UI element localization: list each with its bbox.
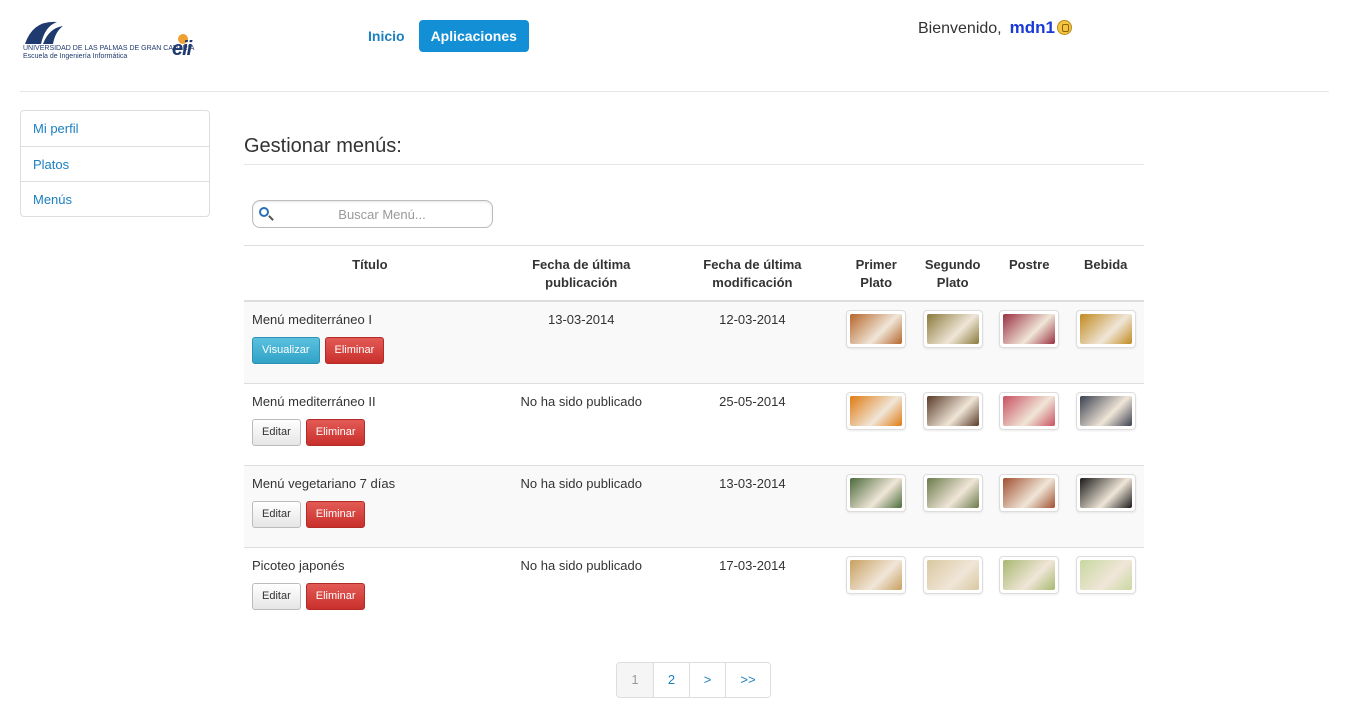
segundo-plato-thumbnail[interactable] <box>922 310 983 348</box>
col-header-bebida: Bebida <box>1067 245 1144 302</box>
eii-logo: eii <box>172 38 192 60</box>
menu-title: Menú mediterráneo II <box>252 393 376 409</box>
cell-fecha-publicacion: 13-03-2014 <box>495 300 667 383</box>
primer-plato-thumbnail[interactable] <box>846 310 907 348</box>
col-header-titulo: Título <box>244 245 496 302</box>
page-1-button[interactable]: 1 <box>617 663 653 697</box>
page-2-button[interactable]: 2 <box>653 663 689 697</box>
cell-fecha-modificacion: 13-03-2014 <box>666 464 838 547</box>
table-row: Menú mediterráneo I Visualizar Eliminar … <box>244 300 1144 383</box>
primer-plato-thumbnail[interactable] <box>846 555 907 594</box>
primer-plato-thumbnail[interactable] <box>846 391 907 430</box>
editar-button[interactable]: Editar <box>252 582 301 610</box>
nav-inicio[interactable]: Inicio <box>360 20 413 52</box>
eliminar-button[interactable]: Eliminar <box>324 337 385 364</box>
segundo-plato-thumbnail[interactable] <box>922 555 983 594</box>
menu-title: Menú vegetariano 7 días <box>252 475 396 491</box>
bebida-thumbnail[interactable] <box>1075 555 1136 594</box>
cell-titulo: Menú mediterráneo I Visualizar Eliminar <box>244 300 496 383</box>
col-header-primer-plato: Primer Plato <box>837 245 915 302</box>
logo-school-name: Escuela de Ingeniería Informática <box>23 53 128 60</box>
postre-thumbnail[interactable] <box>999 310 1060 348</box>
next-page-button[interactable]: > <box>689 663 725 697</box>
table-row: Menú mediterráneo II Editar Eliminar No … <box>244 382 1144 465</box>
editar-button[interactable]: Editar <box>252 418 301 446</box>
postre-thumbnail[interactable] <box>999 473 1060 512</box>
sidebar-item-mi-perfil[interactable]: Mi perfil <box>21 111 209 146</box>
search-box <box>252 200 493 228</box>
editar-button[interactable]: Editar <box>252 500 301 528</box>
bebida-thumbnail[interactable] <box>1075 473 1136 512</box>
nav-aplicaciones[interactable]: Aplicaciones <box>418 20 529 52</box>
sidebar-item-platos[interactable]: Platos <box>21 146 209 181</box>
page-title: Gestionar menús: <box>244 135 402 157</box>
table-header-row: Título Fecha de última publicación Fecha… <box>244 245 1144 302</box>
cell-fecha-modificacion: 12-03-2014 <box>666 300 838 383</box>
cell-fecha-modificacion: 25-05-2014 <box>666 382 838 465</box>
segundo-plato-thumbnail[interactable] <box>922 473 983 512</box>
cell-fecha-publicacion: No ha sido publicado <box>495 464 667 547</box>
postre-thumbnail[interactable] <box>999 391 1060 430</box>
cell-fecha-modificacion: 17-03-2014 <box>666 546 838 629</box>
primer-plato-thumbnail[interactable] <box>846 473 907 512</box>
username-link[interactable]: mdn1 <box>1010 18 1055 38</box>
eliminar-button[interactable]: Eliminar <box>305 582 366 610</box>
title-divider <box>244 164 1144 165</box>
menu-title: Menú mediterráneo I <box>252 312 372 327</box>
cell-titulo: Menú vegetariano 7 días Editar Eliminar <box>244 464 496 547</box>
user-logout-icon[interactable] <box>1056 20 1072 35</box>
eliminar-button[interactable]: Eliminar <box>305 500 366 528</box>
col-header-segundo-plato: Segundo Plato <box>914 245 991 302</box>
postre-thumbnail[interactable] <box>999 555 1060 594</box>
cell-titulo: Menú mediterráneo II Editar Eliminar <box>244 382 496 465</box>
table-row: Picoteo japonés Editar Eliminar No ha si… <box>244 546 1144 629</box>
welcome-area: Bienvenido, mdn1 <box>918 18 1072 38</box>
sidebar: Mi perfil Platos Menús <box>20 110 210 217</box>
table-row: Menú vegetariano 7 días Editar Eliminar … <box>244 464 1144 547</box>
menus-table: Título Fecha de última publicación Fecha… <box>244 245 1144 629</box>
welcome-text: Bienvenido, <box>918 20 1002 37</box>
logo-university-name: UNIVERSIDAD DE LAS PALMAS DE GRAN CANARI… <box>23 45 195 52</box>
cell-titulo: Picoteo japonés Editar Eliminar <box>244 546 496 629</box>
cell-fecha-publicacion: No ha sido publicado <box>495 546 667 629</box>
search-input[interactable] <box>277 203 487 225</box>
col-header-fecha-publicacion: Fecha de última publicación <box>495 245 667 302</box>
last-page-button[interactable]: >> <box>725 663 770 697</box>
segundo-plato-thumbnail[interactable] <box>922 391 983 430</box>
bebida-thumbnail[interactable] <box>1075 391 1136 430</box>
visualizar-button[interactable]: Visualizar <box>252 337 320 364</box>
eliminar-button[interactable]: Eliminar <box>305 418 366 446</box>
pagination: 1 2 > >> <box>616 662 771 698</box>
main-nav: Inicio Aplicaciones <box>360 20 529 52</box>
search-icon <box>259 207 269 217</box>
university-logo: UNIVERSIDAD DE LAS PALMAS DE GRAN CANARI… <box>20 16 210 66</box>
header-divider <box>20 91 1329 92</box>
sidebar-item-menus[interactable]: Menús <box>21 181 209 216</box>
col-header-postre: Postre <box>990 245 1068 302</box>
ulpgc-emblem-icon <box>25 21 63 44</box>
cell-fecha-publicacion: No ha sido publicado <box>495 382 667 465</box>
menu-title: Picoteo japonés <box>252 557 345 573</box>
bebida-thumbnail[interactable] <box>1075 310 1136 348</box>
col-header-fecha-modificacion: Fecha de última modificación <box>666 245 838 302</box>
